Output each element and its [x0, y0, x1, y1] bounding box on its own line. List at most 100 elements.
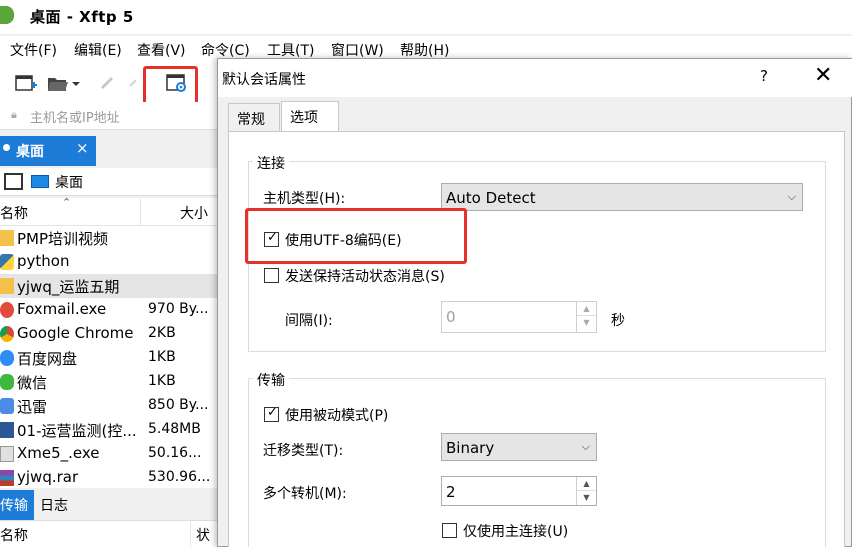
interval-stepper[interactable]: 0 ▲ ▼	[441, 301, 597, 333]
multi-conn-label: 多个转机(M):	[263, 486, 347, 502]
list-item[interactable]: Xme5_.exe 50.16...	[0, 442, 220, 466]
exe-icon	[0, 446, 14, 462]
open-folder-icon[interactable]	[46, 72, 70, 94]
transfer-list-header: 名称 状态	[0, 520, 220, 547]
file-name: 迅雷	[17, 398, 48, 416]
file-name: Xme5_.exe	[17, 444, 100, 462]
xftp-logo-icon	[0, 6, 14, 24]
help-button[interactable]: ?	[760, 67, 768, 85]
bottom-tabstrip: 传输 日志	[0, 490, 220, 520]
interval-spin-buttons: ▲ ▼	[576, 302, 596, 332]
spin-down-icon[interactable]: ▼	[577, 316, 596, 330]
tab-options[interactable]: 选项	[281, 101, 339, 132]
keepalive-label[interactable]: 发送保持活动状态消息(S)	[285, 266, 445, 286]
menu-command[interactable]: 命令(C)	[201, 40, 250, 60]
tab-log[interactable]: 日志	[40, 495, 68, 515]
list-item[interactable]: 01-运营监测(控... 5.48MB	[0, 418, 220, 442]
close-icon[interactable]: ×	[76, 139, 89, 157]
panel-toggle-icon[interactable]	[4, 173, 23, 190]
address-bar[interactable]: 🔒︎ 主机名或IP地址	[0, 102, 220, 130]
connection-group-title: 连接	[253, 153, 289, 173]
title-bar: 桌面 - Xftp 5	[0, 0, 852, 34]
spin-down-icon[interactable]: ▼	[577, 491, 596, 505]
new-session-icon[interactable]	[14, 72, 38, 94]
list-item[interactable]: Google Chrome 2KB	[0, 322, 220, 346]
tab-desktop[interactable]: 桌面 ×	[0, 136, 96, 166]
open-dropdown-icon[interactable]	[70, 72, 82, 94]
host-type-select[interactable]: Auto Detect ⌵	[441, 183, 803, 211]
folder-icon	[0, 278, 14, 294]
column-divider	[190, 521, 191, 547]
menu-view[interactable]: 查看(V)	[137, 40, 186, 60]
host-type-value: Auto Detect	[446, 189, 536, 207]
tab-transfer-label: 传输	[0, 498, 28, 514]
python-icon	[0, 254, 14, 270]
list-item[interactable]: yjwq.rar 530.96...	[0, 466, 220, 488]
interval-label: 间隔(I):	[285, 313, 333, 329]
sort-ascending-icon: ⌃	[62, 196, 72, 209]
interval-value: 0	[446, 308, 456, 326]
column-name[interactable]: 名称	[0, 525, 28, 545]
main-conn-only-label[interactable]: 仅使用主连接(U)	[463, 521, 568, 541]
list-item[interactable]: 迅雷 850 By...	[0, 394, 220, 418]
menu-file[interactable]: 文件(F)	[10, 40, 57, 60]
file-name: 01-运营监测(控...	[17, 422, 137, 440]
cloud-icon	[0, 350, 14, 366]
menu-tools[interactable]: 工具(T)	[267, 40, 314, 60]
desktop-icon	[31, 175, 49, 188]
menu-edit[interactable]: 编辑(E)	[74, 40, 122, 60]
file-size: 970 By...	[148, 301, 209, 317]
file-name: Google Chrome	[17, 324, 134, 342]
file-size: 2KB	[148, 325, 176, 341]
file-name: yjwq.rar	[17, 468, 79, 486]
interval-unit: 秒	[611, 313, 625, 329]
file-name: 百度网盘	[17, 350, 78, 368]
window-title: 桌面 - Xftp 5	[30, 8, 134, 26]
column-size[interactable]: 大小	[180, 203, 208, 223]
chevron-down-icon: ⌵	[581, 440, 590, 453]
passive-mode-checkbox[interactable]: ✓	[264, 405, 279, 422]
session-properties-dialog: 默认会话属性 ? ✕ 常规 选项 连接 主机类型(H): Auto Detect…	[217, 58, 852, 547]
list-item[interactable]: Foxmail.exe 970 By...	[0, 298, 220, 322]
spin-up-icon[interactable]: ▲	[577, 477, 596, 491]
main-conn-only-checkbox[interactable]	[442, 523, 457, 538]
host-input[interactable]: 主机名或IP地址	[30, 107, 120, 126]
keepalive-checkbox[interactable]	[264, 268, 279, 283]
highlight-utf8-option	[245, 208, 467, 264]
tab-general[interactable]: 常规	[228, 103, 280, 131]
file-size: 50.16...	[148, 445, 202, 461]
multi-conn-value: 2	[446, 483, 456, 501]
rar-icon	[0, 470, 14, 486]
word-icon	[0, 422, 14, 438]
lock-icon: 🔒︎	[11, 108, 17, 121]
column-divider	[140, 198, 141, 226]
passive-mode-label[interactable]: 使用被动模式(P)	[285, 405, 388, 425]
menu-window[interactable]: 窗口(W)	[331, 40, 384, 60]
menu-help[interactable]: 帮助(H)	[400, 40, 449, 60]
host-type-label: 主机类型(H):	[263, 191, 346, 207]
file-size: 1KB	[148, 349, 176, 365]
list-item[interactable]: 微信 1KB	[0, 370, 220, 394]
list-item[interactable]: yjwq_运监五期	[0, 274, 220, 298]
list-item[interactable]: python	[0, 250, 220, 274]
tab-desktop-label: 桌面	[16, 144, 44, 160]
thunder-icon	[0, 398, 14, 414]
file-name: Foxmail.exe	[17, 300, 107, 318]
tab-transfer[interactable]: 传输	[0, 490, 34, 520]
transfer-group-title: 传输	[253, 370, 289, 390]
spin-up-icon[interactable]: ▲	[577, 302, 596, 316]
file-list: PMP培训视频 python yjwq_运监五期 Foxmail.exe 970…	[0, 226, 220, 488]
disconnect-icon	[96, 72, 120, 94]
file-name: PMP培训视频	[17, 230, 109, 248]
file-size: 1KB	[148, 373, 176, 389]
transfer-type-select[interactable]: Binary ⌵	[441, 433, 597, 461]
column-name[interactable]: 名称	[0, 203, 28, 223]
close-button[interactable]: ✕	[814, 63, 832, 88]
list-item[interactable]: 百度网盘 1KB	[0, 346, 220, 370]
file-name: python	[17, 252, 70, 270]
folder-icon	[0, 230, 14, 246]
list-item[interactable]: PMP培训视频	[0, 226, 220, 250]
dialog-title-bar: 默认会话属性 ? ✕	[218, 59, 852, 97]
file-name: yjwq_运监五期	[17, 278, 120, 296]
multi-conn-stepper[interactable]: 2 ▲ ▼	[441, 476, 597, 506]
